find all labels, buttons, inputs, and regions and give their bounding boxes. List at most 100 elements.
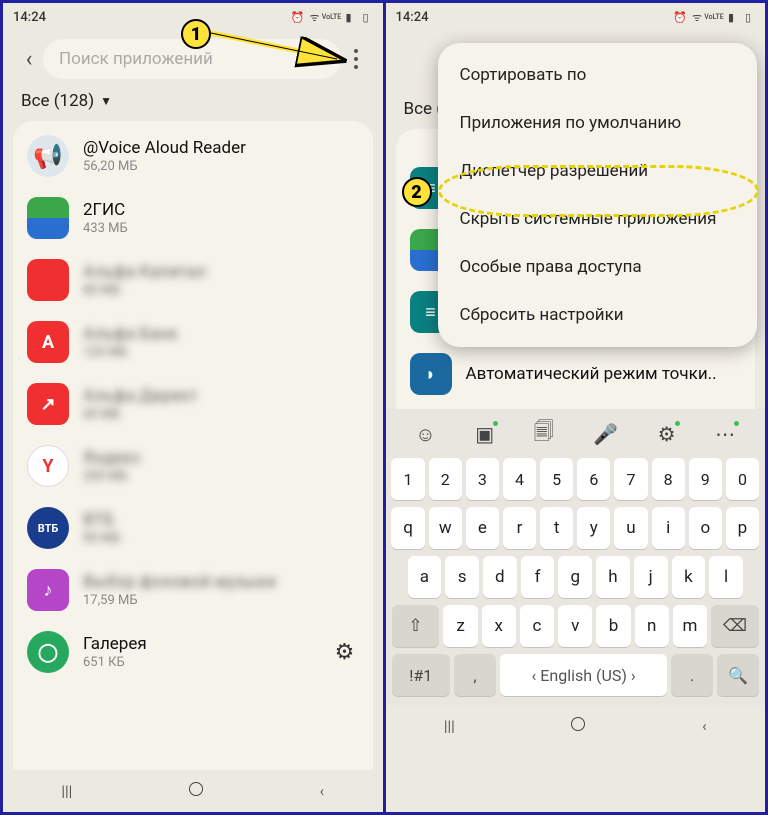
key-p[interactable]: p — [726, 507, 759, 549]
key-j[interactable]: j — [634, 556, 668, 598]
key-l[interactable]: l — [709, 556, 743, 598]
filter-dropdown[interactable]: Все (128) ▼ — [3, 85, 383, 121]
nav-bar: ||| ‹ — [386, 705, 766, 747]
list-item[interactable]: 2ГИС 433 МБ — [13, 187, 373, 249]
key-7[interactable]: 7 — [614, 458, 647, 500]
key-period[interactable]: . — [671, 654, 713, 696]
key-e[interactable]: e — [466, 507, 499, 549]
app-name: ВТБ — [83, 510, 359, 530]
key-m[interactable]: m — [673, 605, 707, 647]
key-t[interactable]: t — [540, 507, 573, 549]
status-time: 14:24 — [396, 10, 429, 25]
emoji-icon[interactable]: ☺ — [415, 422, 435, 447]
key-d[interactable]: d — [483, 556, 517, 598]
gear-icon[interactable]: ⚙ — [331, 638, 359, 666]
app-size: 90 МБ — [83, 531, 359, 546]
nav-home[interactable] — [571, 717, 585, 735]
app-size: 120 МБ — [83, 345, 359, 360]
app-name: Автоматический режим точки.. — [466, 364, 742, 384]
status-bar: 14:24 ⏰ ᯤ VoLTE ▮ ▯ — [386, 3, 766, 31]
nav-back[interactable]: ‹ — [320, 782, 325, 800]
list-item[interactable]: ◯ Галерея 651 КБ ⚙ — [13, 621, 373, 683]
app-icon: А — [27, 321, 69, 363]
key-q[interactable]: q — [391, 507, 424, 549]
signal-icon: ▮ — [342, 10, 356, 24]
key-g[interactable]: g — [558, 556, 592, 598]
key-backspace[interactable]: ⌫ — [711, 605, 759, 647]
key-x[interactable]: x — [482, 605, 516, 647]
key-i[interactable]: i — [652, 507, 685, 549]
annotation-badge-1: 1 — [181, 19, 211, 49]
sticker-icon[interactable]: ▣ — [475, 422, 494, 446]
app-size: 60 МБ — [83, 407, 359, 422]
back-button[interactable]: ‹ — [15, 41, 43, 77]
app-size: 17,59 МБ — [83, 593, 359, 608]
menu-special-access[interactable]: Особые права доступа — [438, 243, 758, 291]
wifi-icon: ᯤ — [690, 10, 704, 24]
key-w[interactable]: w — [429, 507, 462, 549]
battery-icon: ▯ — [359, 10, 373, 24]
key-space[interactable]: ‹ English (US) › — [500, 654, 667, 696]
nav-recents[interactable]: ||| — [444, 717, 455, 735]
key-9[interactable]: 9 — [689, 458, 722, 500]
key-a[interactable]: a — [408, 556, 442, 598]
key-1[interactable]: 1 — [391, 458, 424, 500]
nav-home[interactable] — [189, 782, 203, 800]
app-size: 433 МБ — [83, 221, 359, 236]
key-6[interactable]: 6 — [577, 458, 610, 500]
more-icon[interactable]: ⋯ — [715, 422, 735, 446]
gear-icon[interactable]: ⚙ — [658, 422, 676, 446]
nav-bar: ||| ‹ — [3, 770, 383, 812]
list-item[interactable]: ◗ Автоматический режим точки.. — [396, 343, 756, 405]
app-list[interactable]: 📢 @Voice Aloud Reader 56,20 МБ 2ГИС 433 … — [13, 121, 373, 770]
key-shift[interactable]: ⇧ — [392, 605, 440, 647]
key-2[interactable]: 2 — [429, 458, 462, 500]
app-name: Галерея — [83, 634, 331, 654]
list-item[interactable]: ВТБ ВТБ 90 МБ — [13, 497, 373, 559]
vol-icon: VoLTE — [325, 10, 339, 24]
key-comma[interactable]: , — [454, 654, 496, 696]
key-b[interactable]: b — [596, 605, 630, 647]
list-item[interactable]: 📢 @Voice Aloud Reader 56,20 МБ — [13, 125, 373, 187]
nav-back[interactable]: ‹ — [702, 717, 707, 735]
nav-recents[interactable]: ||| — [61, 782, 72, 800]
key-0[interactable]: 0 — [726, 458, 759, 500]
key-h[interactable]: h — [596, 556, 630, 598]
keyboard: ☺ ▣ 🗐 🎤 ⚙ ⋯ 1 2 3 4 5 6 7 8 9 0 q — [386, 409, 766, 705]
key-8[interactable]: 8 — [652, 458, 685, 500]
key-5[interactable]: 5 — [540, 458, 573, 500]
key-3[interactable]: 3 — [466, 458, 499, 500]
menu-reset-settings[interactable]: Сбросить настройки — [438, 291, 758, 339]
key-y[interactable]: y — [577, 507, 610, 549]
key-s[interactable]: s — [445, 556, 479, 598]
mic-icon[interactable]: 🎤 — [593, 422, 618, 446]
key-f[interactable]: f — [521, 556, 555, 598]
key-v[interactable]: v — [558, 605, 592, 647]
filter-label: Все (128) — [21, 91, 94, 111]
list-item[interactable]: ♪ Выбор фоновой музыки 17,59 МБ — [13, 559, 373, 621]
clip-icon[interactable]: 🗐 — [534, 417, 554, 451]
list-item[interactable]: А Альфа Банк 120 МБ — [13, 311, 373, 373]
key-z[interactable]: z — [443, 605, 477, 647]
menu-sort-by[interactable]: Сортировать по — [438, 51, 758, 99]
annotation-arrow-1 — [209, 29, 349, 69]
key-o[interactable]: o — [689, 507, 722, 549]
app-icon: ◯ — [27, 631, 69, 673]
key-symbols[interactable]: !#1 — [392, 654, 451, 696]
key-4[interactable]: 4 — [503, 458, 536, 500]
list-item[interactable]: Альфа Капитал 80 МБ — [13, 249, 373, 311]
list-item[interactable]: ↗ Альфа Директ 60 МБ — [13, 373, 373, 435]
app-name: @Voice Aloud Reader — [83, 138, 359, 158]
menu-default-apps[interactable]: Приложения по умолчанию — [438, 99, 758, 147]
key-k[interactable]: k — [672, 556, 706, 598]
key-n[interactable]: n — [635, 605, 669, 647]
app-icon: ↗ — [27, 383, 69, 425]
key-r[interactable]: r — [503, 507, 536, 549]
key-search[interactable]: 🔍 — [717, 654, 759, 696]
app-icon: ВТБ — [27, 507, 69, 549]
app-icon — [27, 259, 69, 301]
key-u[interactable]: u — [614, 507, 647, 549]
battery-icon: ▯ — [741, 10, 755, 24]
list-item[interactable]: Y Яндекс 200 МБ — [13, 435, 373, 497]
key-c[interactable]: c — [520, 605, 554, 647]
